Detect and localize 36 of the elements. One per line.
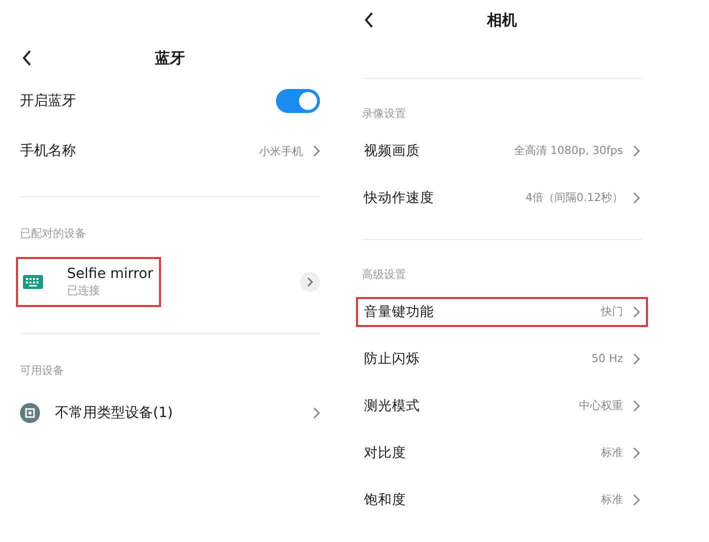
back-icon[interactable]	[22, 50, 32, 66]
chevron-icon[interactable]	[313, 407, 320, 419]
chevron-icon	[633, 306, 640, 318]
chevron-icon	[633, 352, 640, 364]
screen-title: 蓝牙	[155, 48, 185, 68]
chevron-icon	[633, 494, 640, 506]
setting-label: 开启蓝牙	[20, 92, 76, 110]
keyboard-icon	[23, 275, 43, 289]
settings-row[interactable]: 对比度 标准	[356, 438, 648, 468]
settings-row[interactable]: 音量键功能 快门	[356, 296, 648, 326]
device-status: 已连接	[67, 283, 101, 298]
chevron-icon	[633, 192, 640, 204]
settings-row[interactable]: 快动作速度 4倍（间隔0.12秒）	[356, 182, 648, 212]
settings-row[interactable]: 饱和度 标准	[356, 484, 648, 514]
device-item[interactable]: Selfie mirror 已连接	[16, 257, 162, 307]
chevron-icon	[633, 144, 640, 156]
screen-title: 相机	[487, 10, 517, 30]
settings-row[interactable]: 防止闪烁 50 Hz	[356, 344, 648, 374]
settings-row[interactable]: 视频画质 全高清 1080p, 30fps	[356, 136, 648, 166]
section-label: 可用设备	[20, 362, 64, 378]
section-label: 高级设置	[362, 266, 406, 282]
setting-value: 小米手机	[259, 144, 303, 158]
device-icon	[20, 403, 40, 423]
chevron-icon[interactable]	[313, 145, 320, 157]
chevron-icon	[633, 446, 640, 458]
device-name: Selfie mirror	[67, 266, 154, 282]
chevron-circle-icon[interactable]	[300, 272, 320, 292]
back-icon[interactable]	[364, 12, 374, 28]
toggle-switch[interactable]	[276, 89, 320, 113]
section-label: 已配对的设备	[20, 226, 86, 240]
settings-row[interactable]: 测光模式 中心权重	[356, 390, 648, 420]
device-item[interactable]: 不常用类型设备(1)	[18, 388, 175, 438]
setting-label: 手机名称	[20, 142, 76, 160]
section-label: 录像设置	[362, 106, 406, 120]
device-name: 不常用类型设备(1)	[55, 404, 173, 422]
chevron-icon	[633, 400, 640, 412]
